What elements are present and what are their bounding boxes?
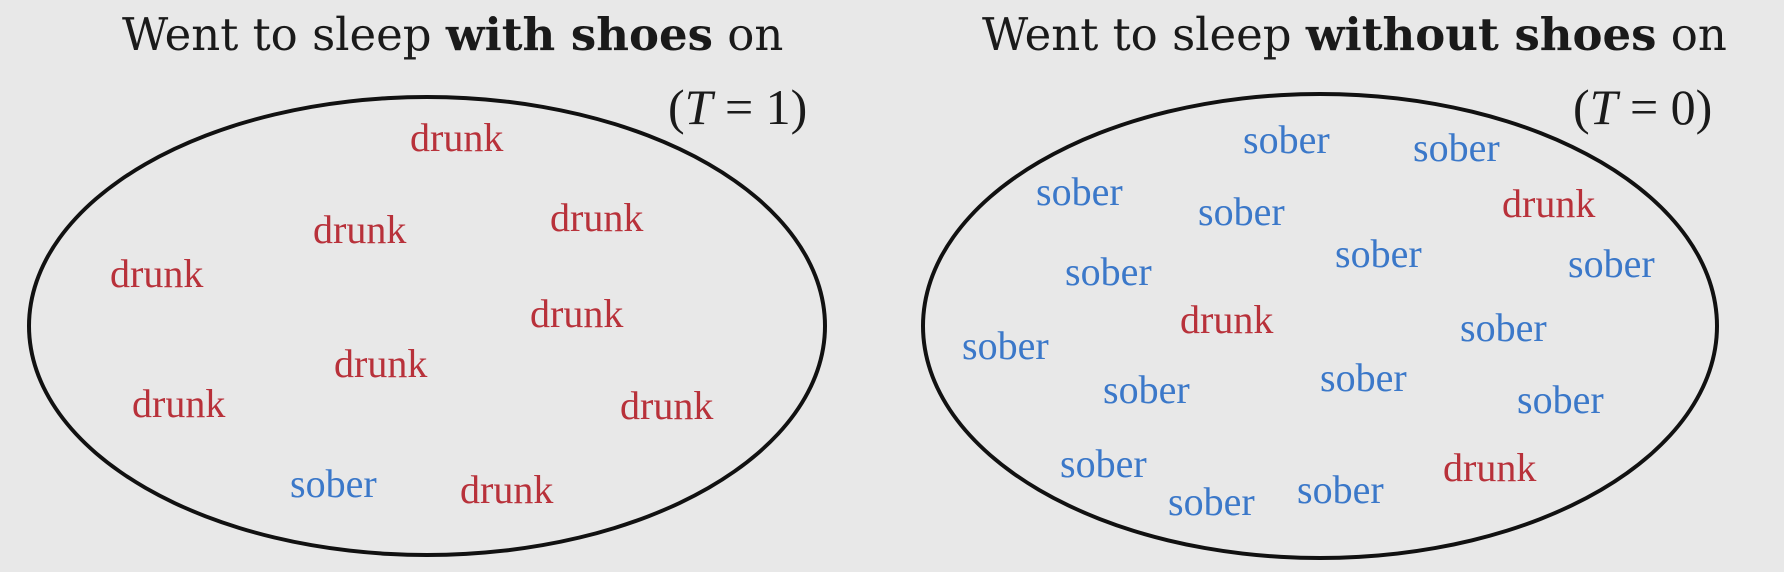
left-word-drunk: drunk xyxy=(110,251,204,296)
right-word-sober: sober xyxy=(1060,441,1147,486)
left-title-suffix: on xyxy=(712,8,784,61)
right-word-drunk: drunk xyxy=(1443,445,1537,490)
right-word-drunk: drunk xyxy=(1502,181,1596,226)
right-word-sober: sober xyxy=(1036,169,1123,214)
left-treatment-value: = 1 xyxy=(712,79,791,135)
right-word-sober: sober xyxy=(1198,189,1285,234)
causal-diagram: Went to sleep with shoes on (T = 1) drun… xyxy=(0,0,1784,572)
left-treatment-label: (T = 1) xyxy=(668,79,808,135)
right-title-bold: without shoes xyxy=(1305,8,1657,61)
left-panel-title: Went to sleep with shoes on xyxy=(122,8,783,61)
left-word-drunk: drunk xyxy=(313,207,407,252)
left-population-ellipse xyxy=(27,95,827,557)
right-word-sober: sober xyxy=(1335,231,1422,276)
left-word-drunk: drunk xyxy=(620,383,714,428)
left-title-prefix: Went to sleep xyxy=(122,8,446,61)
right-treatment-label: (T = 0) xyxy=(1573,79,1713,135)
right-word-sober: sober xyxy=(1065,249,1152,294)
right-word-sober: sober xyxy=(1168,479,1255,524)
right-word-sober: sober xyxy=(1297,467,1384,512)
left-word-drunk: drunk xyxy=(132,381,226,426)
left-title-bold: with shoes xyxy=(445,8,713,61)
right-word-sober: sober xyxy=(962,323,1049,368)
right-word-sober: sober xyxy=(1243,117,1330,162)
left-word-drunk: drunk xyxy=(460,467,554,512)
left-word-drunk: drunk xyxy=(550,195,644,240)
right-word-sober: sober xyxy=(1413,125,1500,170)
right-word-sober: sober xyxy=(1568,241,1655,286)
right-treatment-var: T xyxy=(1589,79,1618,135)
right-word-sober: sober xyxy=(1320,355,1407,400)
right-title-prefix: Went to sleep xyxy=(982,8,1306,61)
right-title-suffix: on xyxy=(1656,8,1727,61)
right-word-drunk: drunk xyxy=(1180,297,1274,342)
right-word-sober: sober xyxy=(1517,377,1604,422)
left-word-drunk: drunk xyxy=(410,115,504,160)
right-panel-title: Went to sleep without shoes on xyxy=(982,8,1727,61)
right-word-sober: sober xyxy=(1103,367,1190,412)
left-word-drunk: drunk xyxy=(530,291,624,336)
right-treatment-value: = 0 xyxy=(1617,79,1696,135)
left-treatment-var: T xyxy=(684,79,713,135)
left-word-drunk: drunk xyxy=(334,341,428,386)
right-word-sober: sober xyxy=(1460,305,1547,350)
left-word-sober: sober xyxy=(290,461,377,506)
